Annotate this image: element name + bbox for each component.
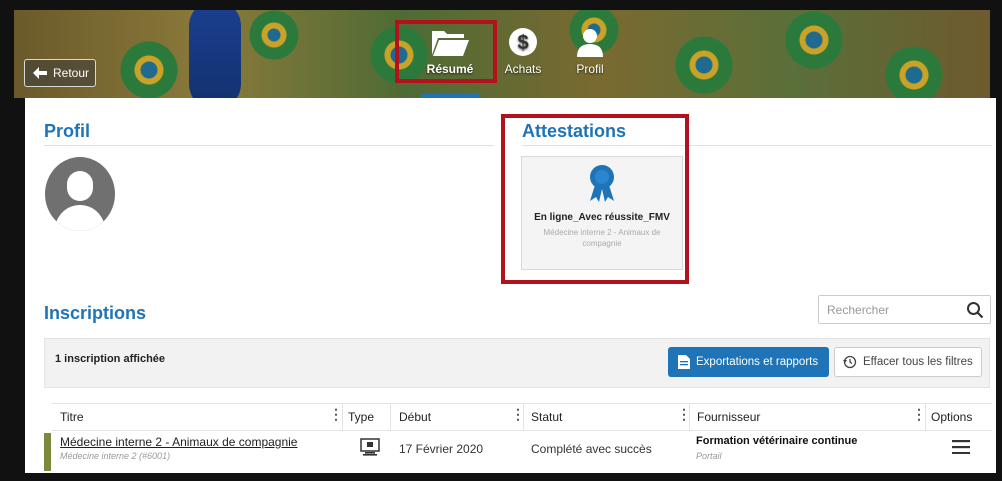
course-title-link[interactable]: Médecine interne 2 - Animaux de compagni…: [60, 435, 297, 449]
column-divider: [925, 404, 926, 430]
peacock-image: [189, 10, 241, 98]
search-icon[interactable]: [966, 301, 984, 319]
table-row: Médecine interne 2 - Animaux de compagni…: [44, 431, 990, 473]
inscriptions-toolbar: 1 inscription affichée Exportations et r…: [44, 338, 990, 388]
export-reports-button[interactable]: Exportations et rapports: [668, 347, 829, 377]
inscriptions-title: Inscriptions: [44, 303, 147, 323]
nav-profil-label: Profil: [576, 62, 604, 76]
course-code: Médecine interne 2 (#6001): [60, 451, 171, 461]
monitor-icon: [360, 438, 380, 456]
history-icon: [843, 355, 857, 369]
avatar: [45, 157, 115, 231]
nav-achats[interactable]: $ Achats: [491, 24, 555, 76]
menu-icon[interactable]: [952, 440, 970, 454]
column-header-titre[interactable]: Titre: [60, 410, 84, 424]
column-menu-icon[interactable]: ⋮: [329, 406, 343, 423]
row-status-marker: [44, 433, 51, 471]
document-icon: [678, 355, 690, 369]
highlight-box-attestation: [501, 114, 689, 284]
nav-profil[interactable]: Profil: [558, 24, 622, 76]
provider-source: Portail: [696, 451, 722, 461]
profil-divider: [44, 145, 494, 146]
svg-text:$: $: [517, 32, 528, 54]
column-menu-icon[interactable]: ⋮: [912, 406, 926, 423]
start-date: 17 Février 2020: [399, 442, 484, 456]
arrow-left-icon: [33, 67, 47, 79]
dollar-circle-icon: $: [491, 24, 555, 60]
status-text: Complété avec succès: [531, 442, 652, 456]
profil-title: Profil: [44, 121, 91, 141]
user-icon: [558, 24, 622, 60]
column-header-options: Options: [931, 410, 973, 424]
column-divider: [342, 404, 343, 430]
column-divider: [523, 404, 524, 430]
column-header-fournisseur[interactable]: Fournisseur: [697, 410, 760, 424]
column-header-debut[interactable]: Début: [399, 410, 431, 424]
column-header-type[interactable]: Type: [348, 410, 374, 424]
column-header-statut[interactable]: Statut: [531, 410, 562, 424]
column-divider: [689, 404, 690, 430]
column-divider: [390, 404, 391, 430]
provider-name: Formation vétérinaire continue: [696, 435, 858, 447]
clear-filters-button[interactable]: Effacer tous les filtres: [834, 347, 982, 377]
back-label: Retour: [53, 66, 90, 80]
back-button[interactable]: Retour: [24, 59, 96, 87]
clear-filters-label: Effacer tous les filtres: [863, 356, 973, 368]
nav-achats-label: Achats: [504, 62, 542, 76]
highlight-box-nav: [395, 20, 497, 83]
export-reports-label: Exportations et rapports: [696, 356, 819, 368]
search-input[interactable]: Rechercher: [818, 295, 991, 324]
search-placeholder: Rechercher: [827, 302, 890, 317]
inscription-count: 1 inscription affichée: [55, 353, 166, 365]
